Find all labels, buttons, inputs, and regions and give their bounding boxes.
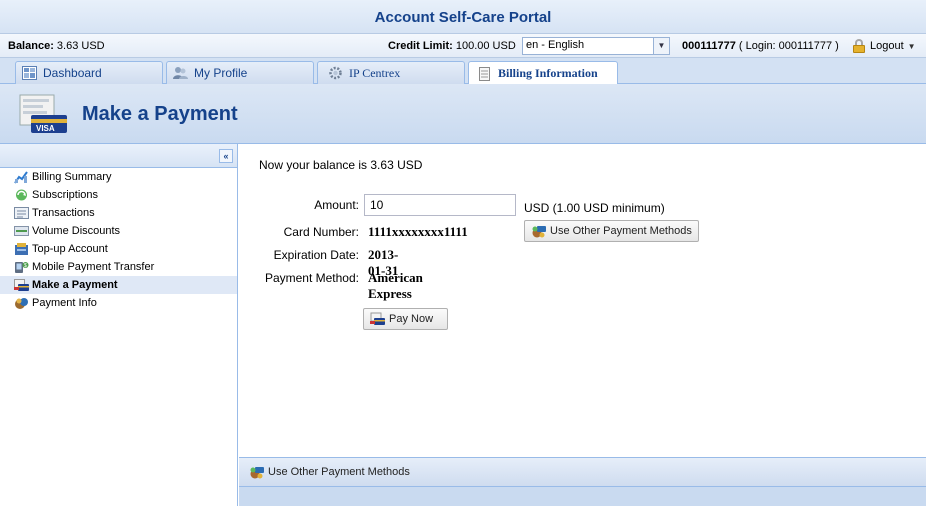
footer-link-label: Use Other Payment Methods	[268, 466, 410, 478]
svg-text:$: $	[24, 263, 27, 269]
login-info: ( Login: 000111777 )	[738, 40, 839, 52]
payment-method-value: American Express	[368, 270, 423, 301]
caret-down-icon[interactable]: ▼	[908, 42, 916, 51]
main-content: Now your balance is 3.63 USD Amount: USD…	[239, 144, 926, 506]
balance-value: 3.63 USD	[56, 40, 105, 52]
card-number-value: 1111xxxxxxxx1111	[368, 224, 468, 239]
account-number: 000111777	[682, 40, 736, 52]
app-window: Account Self-Care Portal Balance: 3.63 U…	[0, 0, 926, 506]
sidebar-item-label: Billing Summary	[32, 171, 112, 183]
sidebar-item-label: Volume Discounts	[32, 225, 121, 237]
tab-billing-information-label: Billing Information	[498, 66, 598, 80]
sidebar-item-label: Transactions	[32, 207, 95, 219]
title-bar: Account Self-Care Portal	[0, 0, 926, 34]
tab-ip-centrex-label: IP Centrex	[349, 65, 401, 80]
card-number-label: Card Number:	[283, 225, 359, 239]
tab-my-profile-label: My Profile	[194, 66, 248, 80]
payment-method-label: Payment Method:	[264, 271, 359, 285]
logout-button[interactable]: Logout ▼	[852, 37, 916, 55]
app-title: Account Self-Care Portal	[374, 9, 552, 26]
credit-card-icon	[370, 312, 386, 326]
language-select[interactable]: en - English ▼	[522, 37, 670, 55]
mobile-icon: $	[14, 260, 29, 274]
sidebar-item-label: Mobile Payment Transfer	[32, 261, 155, 273]
balance-info: Balance: 3.63 USD	[8, 40, 105, 52]
tab-dashboard[interactable]: Dashboard	[15, 61, 163, 84]
sidebar-item-label: Top-up Account	[32, 243, 108, 255]
tab-my-profile[interactable]: My Profile	[166, 61, 314, 84]
payment-card-icon: VISA	[17, 93, 69, 135]
sidebar-item-label: Make a Payment	[32, 279, 118, 291]
payment-methods-icon	[249, 465, 265, 479]
sidebar-item-make-a-payment[interactable]: Make a Payment	[0, 276, 237, 294]
amount-input[interactable]	[364, 194, 516, 216]
footer-bar: Use Other Payment Methods	[239, 457, 926, 487]
page-title: Make a Payment	[82, 103, 238, 125]
use-other-payment-methods-label: Use Other Payment Methods	[550, 225, 692, 237]
footer-use-other-payment-methods-link[interactable]: Use Other Payment Methods	[249, 465, 410, 479]
sidebar-item-subscriptions[interactable]: Subscriptions	[0, 186, 237, 204]
chart-icon	[14, 170, 29, 184]
sidebar-item-payment-info[interactable]: Payment Info	[0, 294, 237, 312]
topup-icon	[14, 242, 29, 256]
dashboard-icon	[22, 66, 37, 80]
collapse-button[interactable]: «	[219, 149, 233, 163]
account-info: 000111777 ( Login: 000111777 )	[682, 40, 839, 52]
footer-strip	[239, 487, 926, 506]
logout-label: Logout	[870, 40, 904, 52]
tab-dashboard-label: Dashboard	[43, 66, 102, 80]
sidebar-item-label: Payment Info	[32, 297, 97, 309]
sidebar-item-billing-summary[interactable]: Billing Summary	[0, 168, 237, 186]
tag-icon	[14, 224, 29, 238]
info-icon	[14, 296, 29, 310]
expiration-date-label: Expiration Date:	[273, 248, 359, 262]
sidebar-item-top-up-account[interactable]: Top-up Account	[0, 240, 237, 258]
sidebar-item-volume-discounts[interactable]: Volume Discounts	[0, 222, 237, 240]
info-bar: Balance: 3.63 USD Credit Limit: 100.00 U…	[0, 34, 926, 58]
amount-note: USD (1.00 USD minimum)	[524, 201, 665, 215]
tab-billing-information[interactable]: Billing Information	[468, 61, 618, 85]
credit-limit-info: Credit Limit: 100.00 USD	[388, 40, 516, 52]
sidebar-item-transactions[interactable]: Transactions	[0, 204, 237, 222]
svg-text:VISA: VISA	[36, 124, 55, 133]
use-other-payment-methods-button[interactable]: Use Other Payment Methods	[524, 220, 699, 242]
sidebar-header: «	[0, 144, 237, 168]
pay-now-button[interactable]: Pay Now	[363, 308, 448, 330]
gear-icon	[328, 66, 343, 80]
amount-label: Amount:	[314, 198, 359, 212]
refresh-icon	[14, 188, 29, 202]
tab-bar: Dashboard My Profile IP Centrex Billing …	[0, 58, 926, 85]
sidebar: « Billing Summary Subscriptions Transact…	[0, 144, 238, 506]
page-header: VISA Make a Payment	[0, 84, 926, 144]
credit-limit-value: 100.00 USD	[455, 40, 516, 52]
document-icon	[477, 66, 492, 81]
sidebar-item-label: Subscriptions	[32, 189, 99, 201]
credit-card-icon	[14, 278, 29, 292]
credit-limit-label: Credit Limit:	[388, 40, 453, 52]
balance-message: Now your balance is 3.63 USD	[259, 158, 423, 172]
list-icon	[14, 206, 29, 220]
language-select-value: en - English	[526, 39, 585, 51]
users-icon	[173, 66, 188, 80]
payment-methods-icon	[531, 224, 547, 238]
chevron-down-icon[interactable]: ▼	[653, 38, 669, 54]
sidebar-item-mobile-payment-transfer[interactable]: $ Mobile Payment Transfer	[0, 258, 237, 276]
pay-now-label: Pay Now	[389, 313, 434, 325]
lock-icon	[852, 39, 866, 53]
balance-label: Balance:	[8, 40, 54, 52]
tab-ip-centrex[interactable]: IP Centrex	[317, 61, 465, 84]
